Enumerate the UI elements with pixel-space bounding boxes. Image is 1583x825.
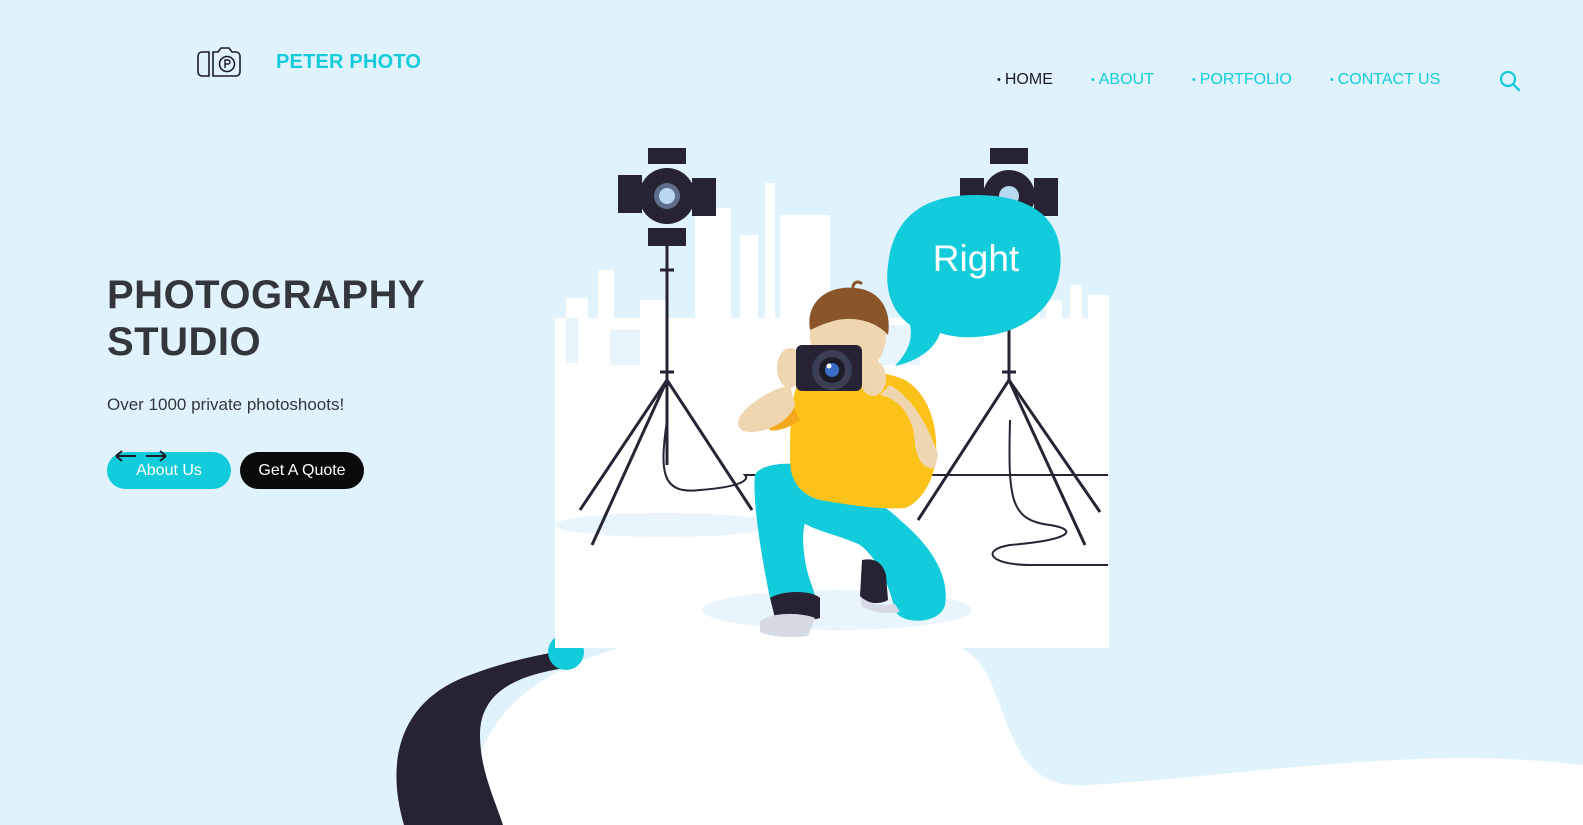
white-wave — [470, 619, 1583, 825]
speech-bubble-text: Right — [932, 238, 1020, 279]
get-quote-button[interactable]: Get A Quote — [240, 452, 364, 489]
hero-title: PHOTOGRAPHY STUDIO — [107, 272, 425, 366]
hero-title-line1: PHOTOGRAPHY — [107, 273, 426, 317]
hero-subtitle: Over 1000 private photoshoots! — [107, 395, 345, 414]
hero-title-line2: STUDIO — [107, 320, 262, 364]
arrow-left-right-icon — [115, 450, 167, 462]
